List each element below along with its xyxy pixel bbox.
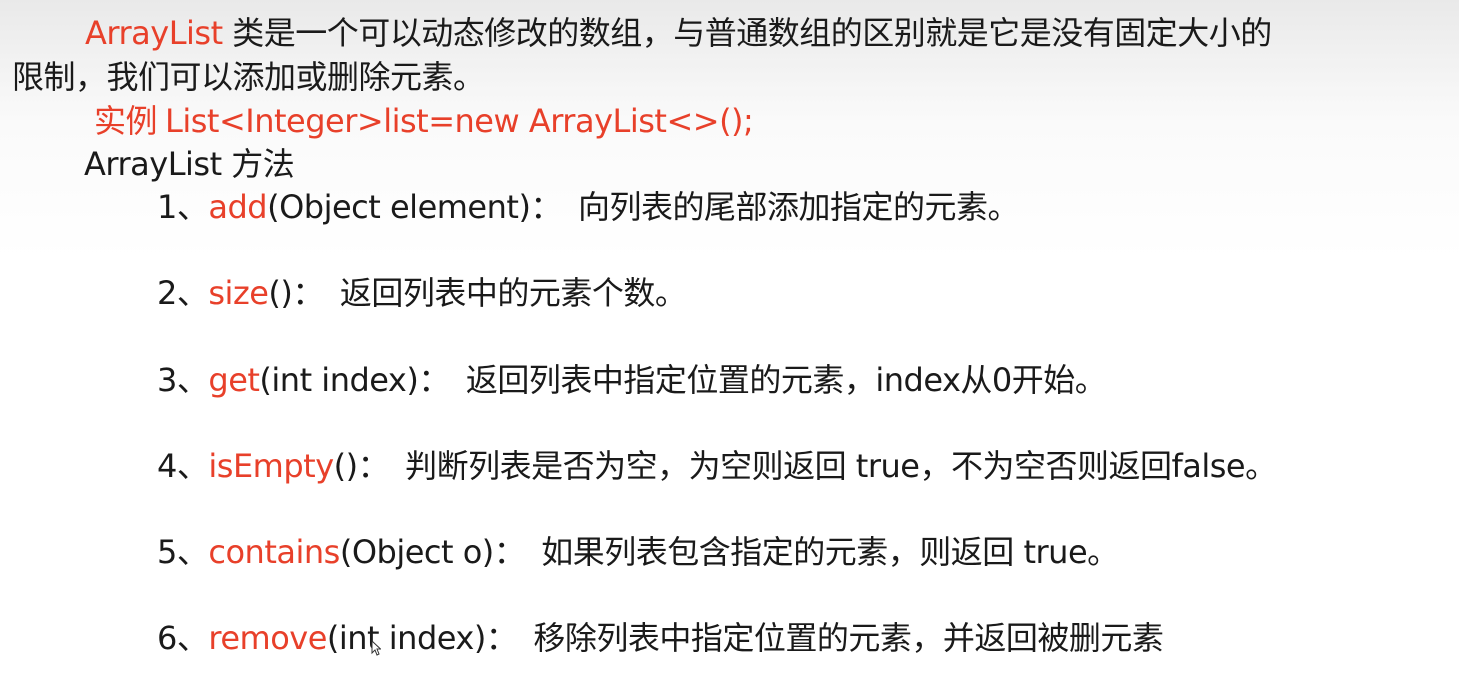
method-name: isEmpty [208, 447, 334, 485]
slide: ArrayList 类是一个可以动态修改的数组，与普通数组的区别就是它是没有固定… [0, 0, 1459, 686]
method-params: ()： [268, 274, 324, 312]
method-name: remove [208, 619, 327, 657]
method-description: 返回列表中的元素个数。 [339, 274, 687, 312]
method-item: 4、isEmpty()： 判断列表是否为空，为空则返回 true，不为空否则返回f… [157, 446, 1277, 486]
intro-text-1: 类是一个可以动态修改的数组，与普通数组的区别就是它是没有固定大小的 [222, 14, 1272, 52]
intro-line-2: 限制，我们可以添加或删除元素。 [12, 58, 485, 96]
method-params: (Object o)： [339, 533, 526, 571]
method-item: 1、add(Object element)： 向列表的尾部添加指定的元素。 [157, 187, 1019, 227]
method-item: 5、contains(Object o)： 如果列表包含指定的元素，则返回 tru… [157, 532, 1119, 572]
method-params: (int index)： [326, 619, 518, 657]
method-name: contains [208, 533, 340, 571]
method-description: 移除列表中指定位置的元素，并返回被删元素 [533, 619, 1164, 657]
method-number: 1、 [157, 188, 209, 226]
method-item: 6、remove(int index)： 移除列表中指定位置的元素，并返回被删元素 [157, 618, 1164, 658]
method-item: 3、get(int index)： 返回列表中指定位置的元素，index从0开始。 [157, 360, 1107, 400]
method-description: 判断列表是否为空，为空则返回 true，不为空否则返回false。 [405, 447, 1277, 485]
example-label: 实例 [94, 102, 158, 140]
method-item: 2、size()： 返回列表中的元素个数。 [157, 273, 687, 313]
intro-line-1: ArrayList 类是一个可以动态修改的数组，与普通数组的区别就是它是没有固定… [85, 13, 1272, 53]
method-number: 5、 [157, 533, 209, 571]
method-number: 6、 [157, 619, 209, 657]
method-name: get [208, 361, 260, 399]
method-description: 如果列表包含指定的元素，则返回 true。 [541, 533, 1119, 571]
method-number: 4、 [157, 447, 209, 485]
mouse-pointer-icon [371, 640, 381, 656]
method-params: (Object element)： [267, 188, 562, 226]
method-number: 2、 [157, 274, 209, 312]
example-code: List<Integer>list=new ArrayList<>(); [165, 102, 754, 140]
method-number: 3、 [157, 361, 209, 399]
method-description: 返回列表中指定位置的元素，index从0开始。 [465, 361, 1107, 399]
methods-heading: ArrayList 方法 [84, 145, 295, 183]
method-name: size [208, 274, 269, 312]
intro-term: ArrayList [85, 14, 223, 52]
method-params: (int index)： [259, 361, 450, 399]
method-params: ()： [333, 447, 390, 485]
example-line: 实例 List<Integer>list=new ArrayList<>(); [94, 101, 754, 141]
method-name: add [208, 188, 268, 226]
method-description: 向列表的尾部添加指定的元素。 [577, 188, 1020, 226]
